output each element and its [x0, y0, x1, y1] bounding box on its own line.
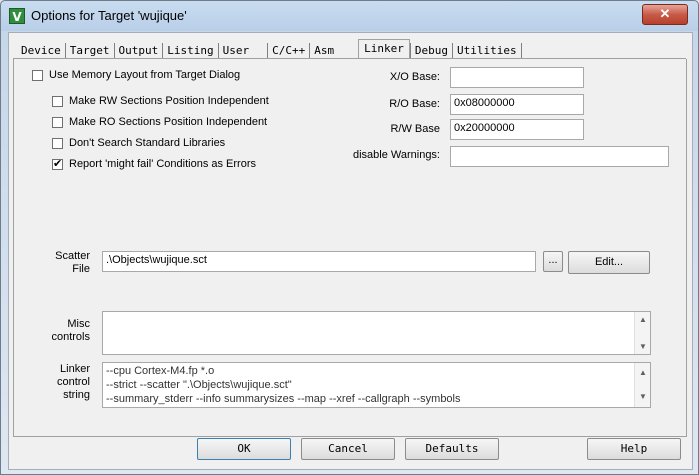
tab-utilities[interactable]: Utilities — [453, 43, 522, 59]
tab-listing[interactable]: Listing — [163, 43, 219, 59]
dialog-button-bar: OK Cancel Defaults Help — [9, 437, 692, 469]
tab-debug[interactable]: Debug — [409, 43, 453, 59]
checkbox-label: Make RO Sections Position Independent — [69, 116, 268, 128]
checkbox-label: Don't Search Standard Libraries — [69, 137, 226, 149]
no-standard-libraries-checkbox[interactable]: Don't Search Standard Libraries — [52, 137, 225, 149]
control-string-line: --strict --scatter ".\Objects\wujique.sc… — [106, 379, 292, 391]
scatter-edit-button[interactable]: Edit... — [568, 251, 650, 274]
control-label-line3: string — [63, 389, 90, 401]
misc-label-line2: controls — [51, 331, 90, 343]
tab-user[interactable]: User — [219, 43, 269, 59]
checkbox-label: Use Memory Layout from Target Dialog — [49, 69, 241, 81]
tab-asm[interactable]: Asm — [310, 43, 338, 59]
cancel-button[interactable]: Cancel — [301, 438, 395, 460]
scroll-down-arrow-icon[interactable]: ▼ — [639, 390, 647, 404]
scatter-label-line1: Scatter — [55, 250, 90, 262]
scatter-browse-button[interactable]: ... — [543, 251, 563, 272]
scatter-file-input[interactable]: .\Objects\wujique.sct — [102, 251, 536, 272]
ro-base-input[interactable]: 0x08000000 — [450, 94, 584, 115]
control-string-line: --summary_stderr --info summarysizes --m… — [106, 393, 461, 405]
scatter-label-line2: File — [72, 263, 90, 275]
dialog-client-area: Device Target Output Listing User C/C++ … — [8, 32, 693, 470]
window-title: Options for Target 'wujique' — [31, 8, 187, 23]
control-label-line1: Linker — [60, 363, 90, 375]
ro-position-independent-checkbox[interactable]: Make RO Sections Position Independent — [52, 116, 267, 128]
tab-target[interactable]: Target — [66, 43, 115, 59]
misc-scrollbar[interactable]: ▲ ▼ — [634, 312, 650, 354]
checkbox-label: Report 'might fail' Conditions as Errors — [69, 158, 256, 170]
tab-output[interactable]: Output — [115, 43, 164, 59]
scroll-down-arrow-icon[interactable]: ▼ — [639, 342, 647, 351]
defaults-button[interactable]: Defaults — [405, 438, 499, 460]
control-string-scrollbar[interactable]: ▲ ▼ — [634, 363, 650, 407]
checkbox-box[interactable] — [32, 69, 43, 81]
scroll-up-arrow-icon[interactable]: ▲ — [639, 366, 647, 380]
control-string-line: --cpu Cortex-M4.fp *.o — [106, 365, 215, 377]
keil-app-icon: V — [9, 8, 25, 24]
checkbox-box[interactable] — [52, 137, 63, 149]
might-fail-errors-checkbox[interactable]: Report 'might fail' Conditions as Errors — [52, 157, 256, 170]
help-button[interactable]: Help — [587, 438, 681, 460]
checkbox-box[interactable] — [52, 95, 63, 107]
disable-warnings-label: disable Warnings: — [352, 149, 440, 161]
scroll-up-arrow-icon[interactable]: ▲ — [639, 315, 647, 324]
linker-control-string-label: Linker control string — [44, 363, 90, 402]
control-label-line2: control — [56, 376, 90, 388]
checkbox-box-checked[interactable] — [52, 157, 63, 170]
misc-controls-input[interactable]: ▲ ▼ — [102, 311, 651, 355]
linker-control-string-box[interactable]: --cpu Cortex-M4.fp *.o --strict --scatte… — [102, 362, 651, 408]
scatter-file-label: Scatter File — [44, 250, 90, 276]
tab-strip: Device Target Output Listing User C/C++ … — [17, 39, 522, 59]
misc-label-line1: Misc — [67, 318, 90, 330]
xo-base-input[interactable] — [450, 67, 584, 88]
close-button[interactable]: ✕ — [642, 4, 688, 25]
tab-c-cpp[interactable]: C/C++ — [268, 43, 311, 59]
use-memory-layout-checkbox[interactable]: Use Memory Layout from Target Dialog — [32, 69, 240, 81]
tab-device[interactable]: Device — [17, 43, 66, 59]
linker-panel: Use Memory Layout from Target Dialog Mak… — [13, 59, 687, 437]
disable-warnings-input[interactable] — [450, 146, 669, 167]
title-bar: V Options for Target 'wujique' ✕ — [1, 1, 698, 31]
tab-linker[interactable]: Linker — [358, 39, 410, 59]
dialog-window: V Options for Target 'wujique' ✕ Device … — [0, 0, 699, 475]
ro-base-label: R/O Base: — [389, 98, 440, 110]
rw-position-independent-checkbox[interactable]: Make RW Sections Position Independent — [52, 95, 269, 107]
xo-base-label: X/O Base: — [389, 71, 440, 83]
misc-controls-label: Misc controls — [44, 318, 90, 344]
checkbox-label: Make RW Sections Position Independent — [69, 95, 269, 107]
rw-base-label: R/W Base — [390, 123, 440, 135]
checkbox-box[interactable] — [52, 116, 63, 128]
ok-button[interactable]: OK — [197, 438, 291, 460]
rw-base-input[interactable]: 0x20000000 — [450, 119, 584, 140]
